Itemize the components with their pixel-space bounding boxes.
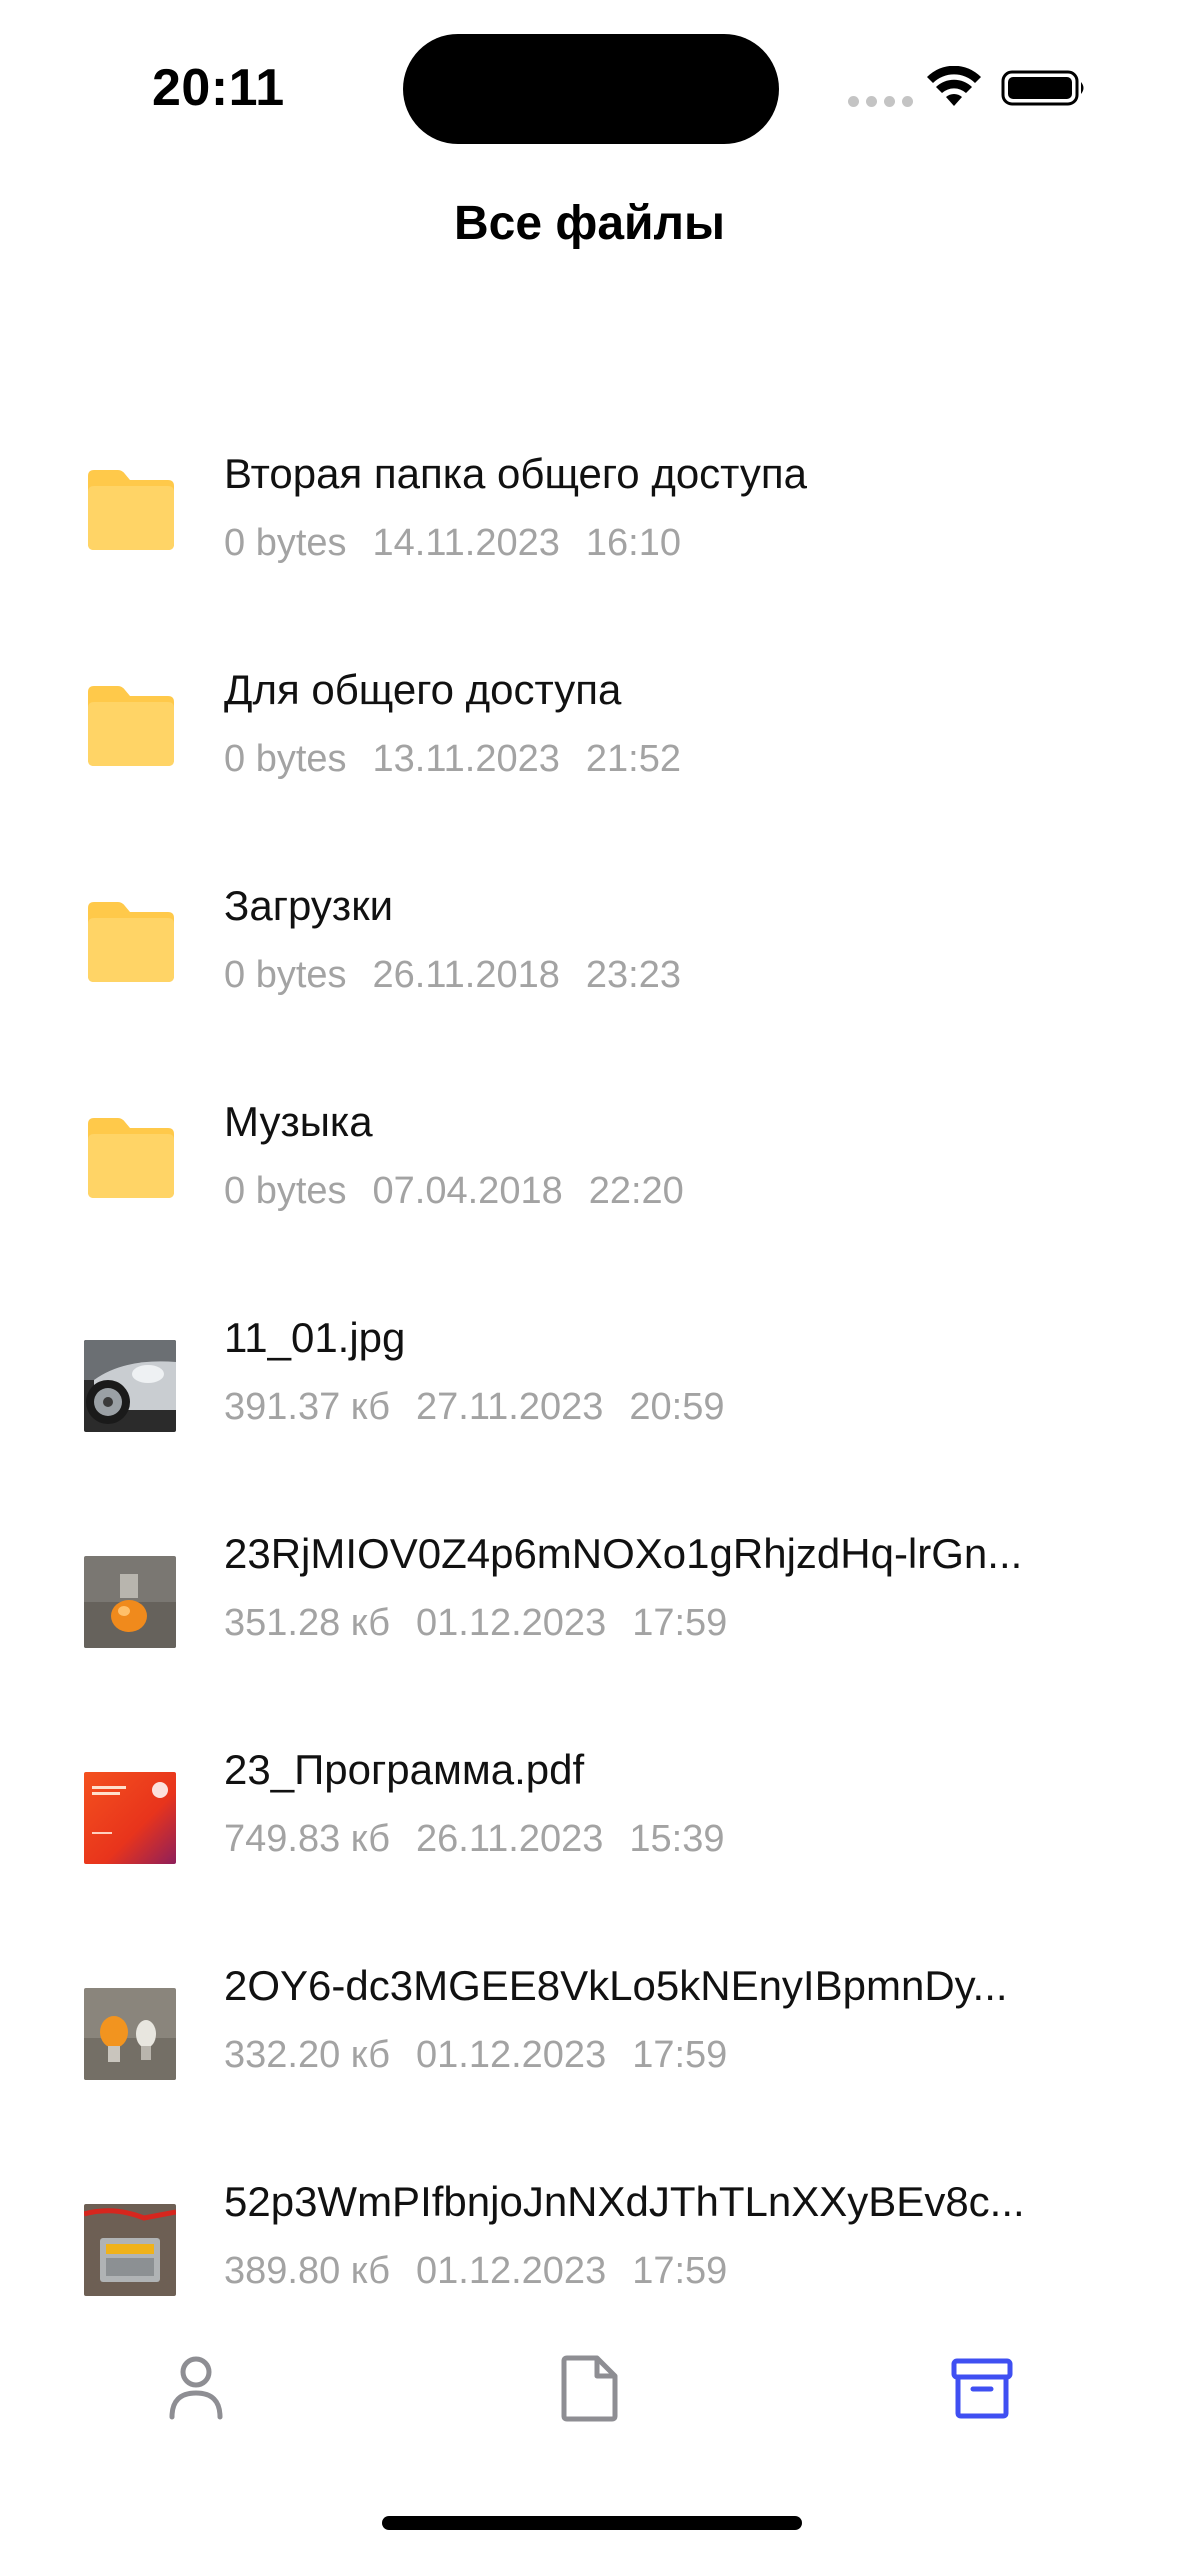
file-time: 23:23 [585, 954, 681, 996]
file-row[interactable]: 11_01.jpg 391.37 кб 27.11.2023 20:59 [0, 1274, 1179, 1490]
tab-profile[interactable] [136, 2338, 256, 2438]
file-row[interactable]: 52p3WmPIfbnjoJnNXdJThTLnXXyBEv8c... 389.… [0, 2138, 1179, 2310]
file-time: 17:59 [632, 1602, 728, 1644]
page-title: Все файлы [453, 197, 726, 250]
archive-icon [951, 2358, 1013, 2419]
status-time: 20:11 [152, 59, 285, 117]
dynamic-island [403, 34, 779, 144]
cellular-signal-icon [848, 96, 913, 107]
wifi-icon [927, 66, 981, 106]
file-size: 332.20 кб [224, 2034, 391, 2076]
file-name: 23_Программа.pdf [224, 1746, 585, 1793]
file-meta: 0 bytes 14.11.2023 16:10 [224, 522, 707, 565]
file-date: 01.12.2023 [416, 2250, 607, 2292]
home-indicator[interactable] [382, 2516, 802, 2530]
file-date: 14.11.2023 [372, 522, 560, 564]
file-date: 01.12.2023 [416, 2034, 607, 2076]
file-date: 26.11.2023 [416, 1818, 604, 1860]
tab-archive[interactable] [922, 2338, 1042, 2438]
file-row[interactable]: 2OY6-dc3MGEE8VkLo5kNEnyIBpmnDy... 332.20… [0, 1922, 1179, 2138]
file-meta: 0 bytes 07.04.2018 22:20 [224, 1170, 710, 1213]
profile-icon [169, 2356, 223, 2420]
file-name: 2OY6-dc3MGEE8VkLo5kNEnyIBpmnDy... [224, 1962, 1008, 2009]
file-size: 389.80 кб [224, 2250, 391, 2292]
file-row[interactable]: Для общего доступа 0 bytes 13.11.2023 21:5… [0, 626, 1179, 842]
folder-icon [88, 470, 174, 550]
file-time: 17:59 [632, 2250, 728, 2292]
image-thumbnail [84, 1988, 176, 2080]
image-thumbnail [84, 1556, 176, 1648]
file-date: 07.04.2018 [372, 1170, 563, 1212]
file-time: 20:59 [629, 1386, 725, 1428]
file-meta: 0 bytes 26.11.2018 23:23 [224, 954, 707, 997]
file-time: 15:39 [629, 1818, 725, 1860]
file-meta: 351.28 кб 01.12.2023 17:59 [224, 1602, 753, 1645]
file-name: Для общего доступа [224, 666, 622, 713]
file-date: 13.11.2023 [372, 738, 560, 780]
folder-icon [88, 686, 174, 766]
file-meta: 0 bytes 13.11.2023 21:52 [224, 738, 707, 781]
pdf-thumbnail [84, 1772, 176, 1864]
battery-icon [1001, 70, 1084, 106]
folder-icon [88, 1118, 174, 1198]
file-name: 52p3WmPIfbnjoJnNXdJThTLnXXyBEv8c... [224, 2178, 1025, 2225]
file-size: 0 bytes [224, 738, 347, 780]
file-date: 26.11.2018 [372, 954, 560, 996]
file-meta: 391.37 кб 27.11.2023 20:59 [224, 1386, 750, 1429]
file-row[interactable]: Вторая папка общего доступа 0 bytes 14.11… [0, 410, 1179, 626]
file-size: 0 bytes [224, 522, 347, 564]
file-row[interactable]: Загрузки 0 bytes 26.11.2018 23:23 [0, 842, 1179, 1058]
file-meta: 389.80 кб 01.12.2023 17:59 [224, 2250, 753, 2293]
file-name: 11_01.jpg [224, 1314, 406, 1361]
file-time: 17:59 [632, 2034, 728, 2076]
file-meta: 749.83 кб 26.11.2023 15:39 [224, 1818, 750, 1861]
file-time: 22:20 [588, 1170, 684, 1212]
file-size: 351.28 кб [224, 1602, 391, 1644]
file-name: Загрузки [224, 882, 394, 929]
file-meta: 332.20 кб 01.12.2023 17:59 [224, 2034, 753, 2077]
file-row[interactable]: 23_Программа.pdf 749.83 кб 26.11.2023 15:3… [0, 1706, 1179, 1922]
file-row[interactable]: Музыка 0 bytes 07.04.2018 22:20 [0, 1058, 1179, 1274]
file-name: Вторая папка общего доступа [224, 450, 807, 497]
status-bar: 20:11 [0, 0, 1179, 170]
file-date: 01.12.2023 [416, 1602, 607, 1644]
image-thumbnail [84, 1340, 176, 1432]
file-size: 749.83 кб [224, 1818, 391, 1860]
file-size: 0 bytes [224, 954, 347, 996]
file-size: 391.37 кб [224, 1386, 391, 1428]
file-time: 16:10 [585, 522, 681, 564]
folder-icon [88, 902, 174, 982]
file-date: 27.11.2023 [416, 1386, 604, 1428]
document-icon [561, 2355, 618, 2422]
file-time: 21:52 [585, 738, 681, 780]
file-name: 23RjMIOV0Z4p6mNOXo1gRhjzdHq-lrGn... [224, 1530, 1023, 1577]
file-size: 0 bytes [224, 1170, 347, 1212]
file-name: Музыка [224, 1098, 373, 1145]
tab-documents[interactable] [530, 2338, 650, 2438]
file-row[interactable]: 23RjMIOV0Z4p6mNOXo1gRhjzdHq-lrGn... 351.… [0, 1490, 1179, 1706]
tab-bar [0, 2318, 1179, 2458]
file-list[interactable]: Вторая папка общего доступа 0 bytes 14.11… [0, 410, 1179, 2310]
image-thumbnail [84, 2204, 176, 2296]
